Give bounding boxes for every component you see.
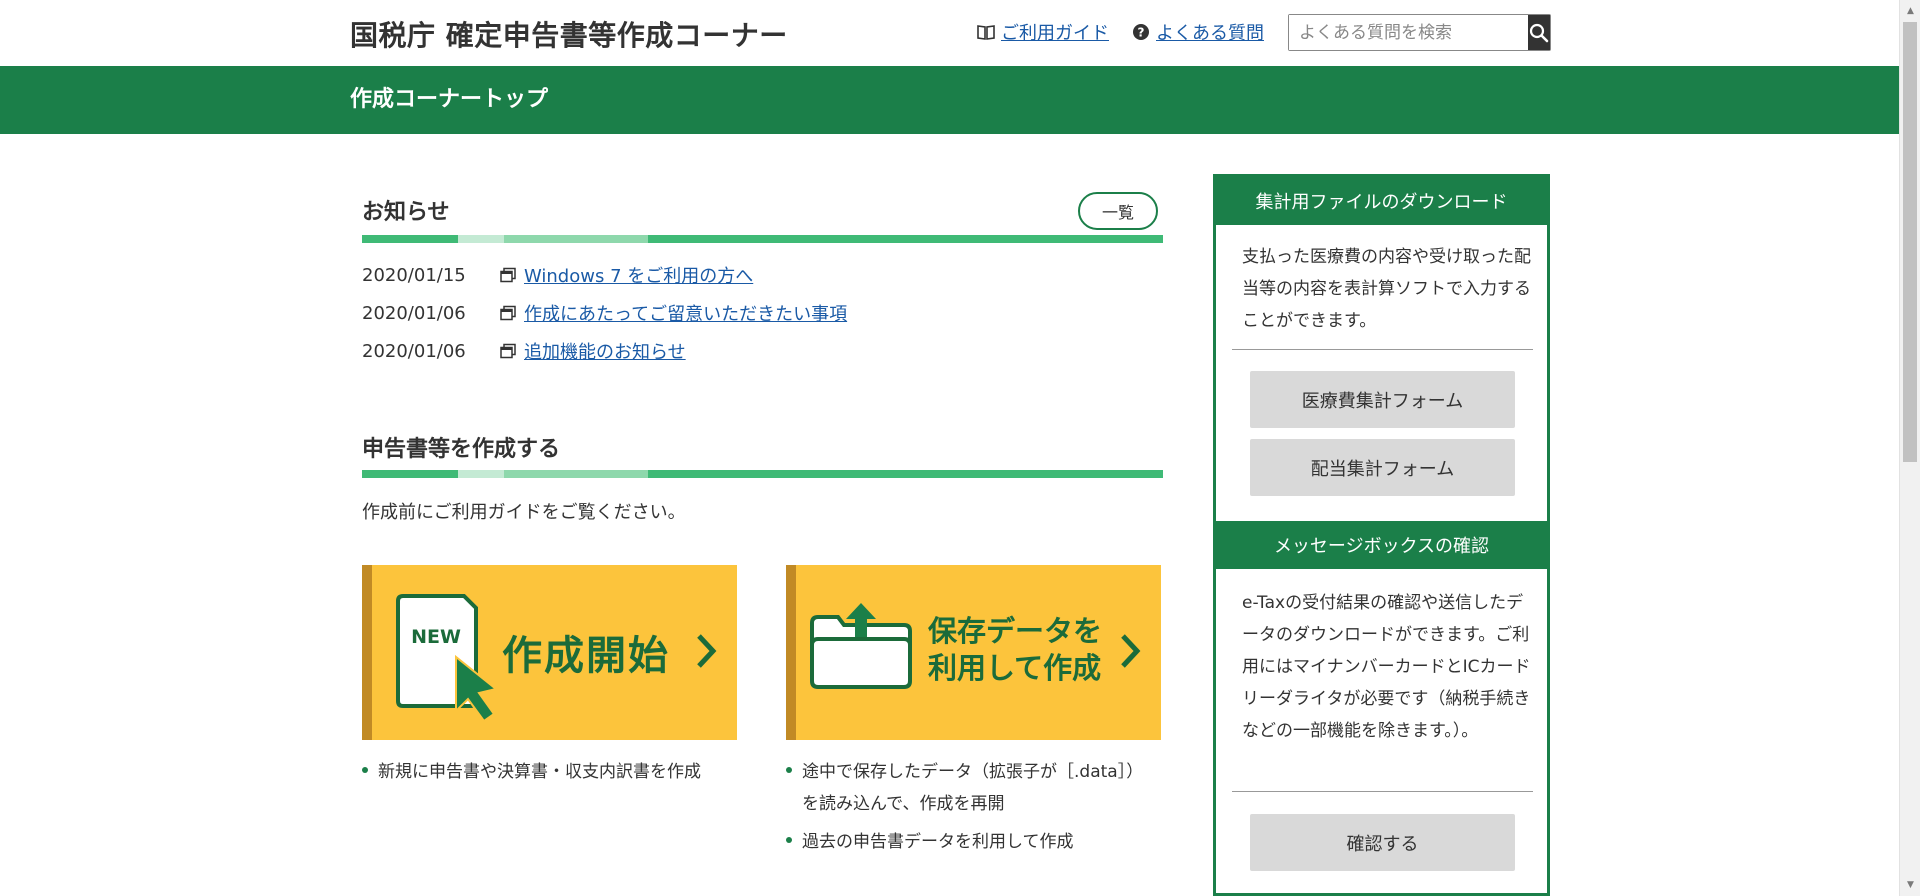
medical-form-button[interactable]: 医療費集計フォーム xyxy=(1250,371,1515,428)
messagebox-confirm-button[interactable]: 確認する xyxy=(1250,814,1515,871)
new-document-cursor-icon: NEW xyxy=(396,594,499,723)
bullet-dot xyxy=(362,767,368,773)
saved-card-note: 過去の申告書データを利用して作成 xyxy=(786,826,1074,858)
news-heading: お知らせ xyxy=(362,200,450,225)
divider xyxy=(1232,791,1533,792)
chevron-right-icon xyxy=(1121,634,1141,668)
window-icon xyxy=(500,305,524,321)
faq-link-label[interactable]: よくある質問 xyxy=(1156,19,1264,45)
saved-card-note-text: 過去の申告書データを利用して作成 xyxy=(802,832,1074,852)
news-item: 2020/01/15 Windows 7 をご利用の方へ xyxy=(362,262,753,288)
chevron-right-icon xyxy=(697,634,717,668)
news-list-button[interactable]: 一覧 xyxy=(1078,192,1158,230)
saved-card-note: 途中で保存したデータ（拡張子が［.data］） を読み込んで、作成を再開 xyxy=(786,756,1143,820)
news-link[interactable]: 追加機能のお知らせ xyxy=(524,338,686,364)
start-new-label[interactable]: 作成開始 xyxy=(502,623,670,681)
page-scrollbar[interactable]: ▲ ▼ xyxy=(1899,0,1920,896)
create-heading-rule xyxy=(362,470,1163,478)
use-saved-data-label[interactable]: 保存データを 利用して作成 xyxy=(928,613,1102,687)
page-title: 作成コーナートップ xyxy=(350,87,549,112)
use-saved-data-label-line: 利用して作成 xyxy=(928,651,1102,685)
news-heading-rule xyxy=(362,235,1163,243)
new-card-note-text: 新規に申告書や決算書・収支内訳書を作成 xyxy=(378,762,701,782)
dividend-form-button[interactable]: 配当集計フォーム xyxy=(1250,439,1515,496)
news-date: 2020/01/15 xyxy=(362,264,466,286)
page-band: 作成コーナートップ xyxy=(0,66,1899,134)
search-input[interactable] xyxy=(1289,15,1528,50)
messagebox-heading: メッセージボックスの確認 xyxy=(1216,521,1547,569)
saved-card-note-line: 途中で保存したデータ（拡張子が［.data］） xyxy=(802,762,1144,782)
news-date: 2020/01/06 xyxy=(362,340,466,362)
download-description: 支払った医療費の内容や受け取った配当等の内容を表計算ソフトで入力することができま… xyxy=(1242,247,1531,331)
news-item: 2020/01/06 追加機能のお知らせ xyxy=(362,338,686,364)
download-heading: 集計用ファイルのダウンロード xyxy=(1216,177,1547,225)
news-date: 2020/01/06 xyxy=(362,302,466,324)
start-new-button[interactable]: NEW 作成開始 xyxy=(362,565,737,740)
guide-link-label[interactable]: ご利用ガイド xyxy=(1001,19,1109,45)
sidebar: 集計用ファイルのダウンロード 支払った医療費の内容や受け取った配当等の内容を表計… xyxy=(1213,174,1550,896)
saved-card-note-line: を読み込んで、作成を再開 xyxy=(802,794,1005,814)
new-card-note: 新規に申告書や決算書・収支内訳書を作成 xyxy=(362,756,701,788)
question-circle-icon: ? xyxy=(1132,23,1150,41)
create-heading: 申告書等を作成する xyxy=(362,437,561,462)
window-icon xyxy=(500,267,524,283)
news-link[interactable]: 作成にあたってご留意いただきたい事項 xyxy=(524,300,847,326)
window-icon xyxy=(500,343,524,359)
bullet-dot xyxy=(786,837,792,843)
use-saved-data-button[interactable]: 保存データを 利用して作成 xyxy=(786,565,1161,740)
scroll-up-icon[interactable]: ▲ xyxy=(1900,2,1920,20)
messagebox-description: e-Taxの受付結果の確認や送信したデータのダウンロードができます。ご利用にはマ… xyxy=(1242,593,1531,741)
news-link[interactable]: Windows 7 をご利用の方へ xyxy=(524,262,753,288)
site-header: 国税庁 確定申告書等作成コーナー ご利用ガイド ? よくある質問 xyxy=(0,0,1899,66)
divider xyxy=(1232,349,1533,350)
scroll-thumb[interactable] xyxy=(1903,22,1917,462)
bullet-dot xyxy=(786,767,792,773)
svg-text:?: ? xyxy=(1138,26,1145,40)
search-icon xyxy=(1529,23,1549,42)
book-icon xyxy=(977,24,995,40)
folder-upload-icon xyxy=(810,603,912,689)
scroll-down-icon[interactable]: ▼ xyxy=(1900,876,1920,894)
use-saved-data-label-line: 保存データを xyxy=(928,614,1103,648)
guide-link[interactable]: ご利用ガイド xyxy=(977,19,1109,45)
faq-search xyxy=(1288,14,1551,51)
faq-link[interactable]: ? よくある質問 xyxy=(1132,19,1264,45)
news-item: 2020/01/06 作成にあたってご留意いただきたい事項 xyxy=(362,300,847,326)
create-intro: 作成前にご利用ガイドをご覧ください。 xyxy=(362,502,686,523)
search-button[interactable] xyxy=(1528,15,1550,50)
site-title[interactable]: 国税庁 確定申告書等作成コーナー xyxy=(350,14,788,54)
svg-text:NEW: NEW xyxy=(411,626,461,648)
